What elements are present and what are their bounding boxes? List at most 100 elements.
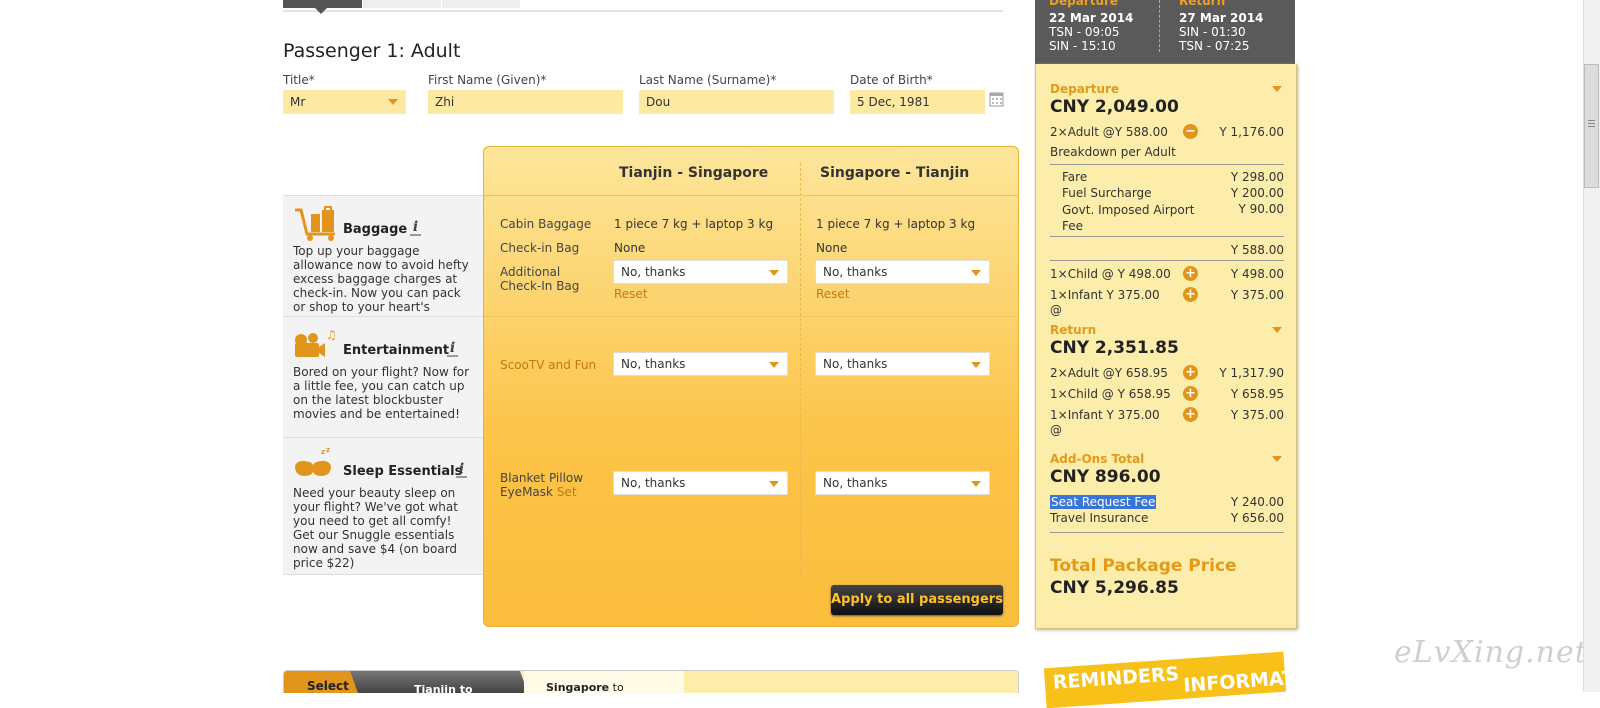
svg-text:z: z [321,448,325,456]
expand-plus-icon[interactable]: + [1183,407,1198,422]
ret-child-line: 1×Child @ Y 658.95 [1050,387,1171,401]
passenger-heading: Passenger 1: Adult [283,40,461,62]
svg-text:♫: ♫ [326,328,337,342]
dep-child-line: 1×Child @ Y 498.00 [1050,267,1171,281]
info-icon[interactable]: i [410,220,421,236]
entertainment-outbound-select[interactable]: No, thanks [613,352,788,376]
sleep-desc: Need your beauty sleep on your flight? W… [293,486,458,570]
movie-camera-icon: ♫ [295,328,337,357]
column-divider [800,163,801,576]
sleep-label-line2: EyeMask [500,485,553,499]
govt-amount: Y 90.00 [1238,202,1285,216]
last-name-field[interactable]: Dou [639,90,834,114]
additional-bag-label: Additional Check-In Bag [500,265,580,293]
title-value: Mr [290,95,306,109]
chevron-down-icon[interactable] [1272,86,1282,92]
reminders-banner[interactable]: REMINDERS INFORMATION [1043,651,1287,708]
fare-amount: Y 298.00 [1230,170,1284,184]
select-tab-label: Select [307,679,349,693]
chevron-down-icon[interactable] [1272,456,1282,462]
seat-request-amount: Y 240.00 [1230,495,1284,509]
select-value: No, thanks [823,476,888,490]
scrollbar-thumb[interactable] [1584,64,1599,188]
dep-adult-amount: Y 1,176.00 [1219,125,1284,139]
route-tab[interactable]: Singapore to [524,671,684,693]
watermark: eLvXing.net [1394,635,1588,670]
entertainment-feature: ♫ Entertainment i Bored on your flight? … [283,316,483,437]
apply-to-all-button[interactable]: Apply to all passengers [831,585,1003,615]
title-label: Title* [283,73,315,87]
divider [1050,164,1284,165]
step-tab[interactable] [442,0,520,8]
chevron-down-icon [388,99,398,105]
sleep-feature: z z Sleep Essentials i Need your beauty … [283,437,483,575]
row-divider [484,316,1018,317]
additional-bag-return-select[interactable]: No, thanks [815,260,990,284]
return-from: SIN - 01:30 [1179,25,1246,39]
departure-to: SIN - 15:10 [1049,39,1116,53]
sleep-outbound-select[interactable]: No, thanks [613,471,788,495]
chevron-down-icon[interactable] [1272,327,1282,333]
divider [1050,260,1284,261]
ret-infant-amount: Y 375.00 [1230,408,1284,422]
last-name-label: Last Name (Surname)* [639,73,777,87]
return-section-label: Return [1050,323,1097,337]
flight-summary-header: Departure 22 Mar 2014 TSN - 09:05 SIN - … [1035,0,1295,64]
dob-field[interactable]: 5 Dec, 1981 [850,90,985,114]
first-name-field[interactable]: Zhi [428,90,623,114]
checkin-bag-return: None [816,241,848,255]
expand-plus-icon[interactable]: + [1183,386,1198,401]
reminders-label: REMINDERS [1052,663,1180,694]
title-select[interactable]: Mr [283,90,406,114]
sleep-return-select[interactable]: No, thanks [815,471,990,495]
return-total: CNY 2,351.85 [1050,338,1179,358]
departure-date: 22 Mar 2014 [1049,11,1134,25]
route-tab-label-b: Singapore to [546,681,624,693]
expand-plus-icon[interactable]: + [1183,287,1198,302]
entertainment-return-select[interactable]: No, thanks [815,352,990,376]
fuel-amount: Y 200.00 [1230,186,1284,200]
departure-total: CNY 2,049.00 [1050,97,1179,117]
departure-from: TSN - 09:05 [1049,25,1120,39]
header-divider [1159,0,1160,52]
select-value: No, thanks [621,476,686,490]
reset-return-link[interactable]: Reset [816,287,850,301]
addons-panel: Tianjin - Singapore Singapore - Tianjin … [483,146,1019,627]
addons-total: CNY 896.00 [1050,467,1161,487]
fare-label: Fare [1062,170,1088,184]
select-value: No, thanks [621,265,686,279]
return-to: TSN - 07:25 [1179,39,1250,53]
ret-child-amount: Y 658.95 [1230,387,1284,401]
row-divider [484,573,1018,574]
select-value: No, thanks [823,265,888,279]
step-tab-active[interactable] [283,0,362,14]
departure-header-label: Departure [1049,0,1119,8]
chevron-down-icon [971,481,981,487]
info-icon[interactable]: i [456,462,467,478]
fuel-label: Fuel Surcharge [1062,186,1152,200]
dob-label: Date of Birth* [850,73,933,87]
cabin-baggage-return: 1 piece 7 kg + laptop 3 kg [816,217,976,231]
row-divider [484,195,1018,196]
info-icon[interactable]: i [447,341,458,357]
baggage-title: Baggage [343,222,408,237]
entertainment-desc: Bored on your flight? Now for a little f… [293,365,470,421]
step-tab[interactable] [363,0,441,8]
sleep-title: Sleep Essentials [343,464,463,479]
expand-plus-icon[interactable]: + [1183,266,1198,281]
route-tab-city: Singapore [546,681,610,693]
dep-adult-line: 2×Adult @Y 588.00 [1050,125,1168,139]
chevron-down-icon [769,362,779,368]
divider [1050,236,1284,237]
additional-bag-outbound-select[interactable]: No, thanks [613,260,788,284]
reset-outbound-link[interactable]: Reset [614,287,648,301]
route-tab-suffix: to [612,681,624,693]
divider [1050,532,1284,533]
dep-child-amount: Y 498.00 [1230,267,1284,281]
seat-request-label: Seat Request Fee [1050,495,1157,509]
sleep-set-label: Set [556,485,577,499]
baggage-feature: Baggage i Top up your baggage allowance … [283,195,483,328]
calendar-icon[interactable] [989,91,1004,107]
collapse-minus-icon[interactable]: − [1183,124,1198,139]
expand-plus-icon[interactable]: + [1183,365,1198,380]
